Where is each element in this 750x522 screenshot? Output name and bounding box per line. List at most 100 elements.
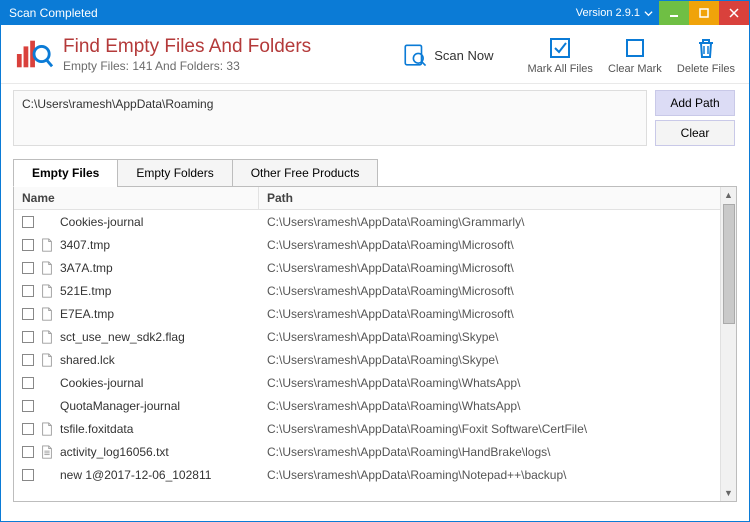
scroll-thumb[interactable] [723,204,735,324]
table-row[interactable]: Cookies-journal C:\Users\ramesh\AppData\R… [14,371,720,394]
blank-icon [40,376,54,390]
cell-name: activity_log16056.txt [14,445,259,459]
delete-files-button[interactable]: Delete Files [677,35,735,75]
vertical-scrollbar[interactable]: ▲ ▼ [720,187,736,501]
clear-path-button[interactable]: Clear [655,120,735,146]
file-name: activity_log16056.txt [60,445,169,459]
file-path: C:\Users\ramesh\AppData\Roaming\Skype\ [259,353,720,367]
file-path: C:\Users\ramesh\AppData\Roaming\WhatsApp… [259,376,720,390]
row-checkbox[interactable] [22,216,34,228]
table-row[interactable]: QuotaManager-journal C:\Users\ramesh\AppD… [14,394,720,417]
file-icon [40,330,54,344]
file-list: Name Path Cookies-journalC:\Users\ramesh… [13,186,737,502]
cell-name: 3A7A.tmp [14,261,259,275]
minimize-button[interactable] [659,1,689,25]
chevron-down-icon[interactable] [644,9,653,18]
table-row[interactable]: tsfile.foxitdataC:\Users\ramesh\AppData\… [14,417,720,440]
file-icon [40,422,54,436]
cell-name: sct_use_new_sdk2.flag [14,330,259,344]
cell-name: tsfile.foxitdata [14,422,259,436]
scan-summary: Empty Files: 141 And Folders: 33 [63,59,311,73]
text-file-icon [40,445,54,459]
tab-empty-files[interactable]: Empty Files [13,159,118,187]
tab-other-products[interactable]: Other Free Products [232,159,379,187]
file-name: sct_use_new_sdk2.flag [60,330,185,344]
file-path: C:\Users\ramesh\AppData\Roaming\Microsof… [259,307,720,321]
row-checkbox[interactable] [22,469,34,481]
table-row[interactable]: 3407.tmp C:\Users\ramesh\AppData\Roaming\… [14,233,720,256]
tab-empty-folders[interactable]: Empty Folders [117,159,232,187]
file-name: Cookies-journal [60,376,143,390]
file-path: C:\Users\ramesh\AppData\Roaming\Microsof… [259,261,720,275]
table-row[interactable]: sct_use_new_sdk2.flag C:\Users\ramesh\App… [14,325,720,348]
file-path: C:\Users\ramesh\AppData\Roaming\Microsof… [259,284,720,298]
row-checkbox[interactable] [22,239,34,251]
square-icon [622,35,648,61]
file-path: C:\Users\ramesh\AppData\Roaming\HandBrak… [259,445,720,459]
column-path[interactable]: Path [259,187,720,209]
file-path: C:\Users\ramesh\AppData\Roaming\WhatsApp… [259,399,720,413]
file-path: C:\Users\ramesh\AppData\Roaming\Skype\ [259,330,720,344]
scan-icon [402,42,428,68]
row-checkbox[interactable] [22,377,34,389]
tabs: Empty Files Empty Folders Other Free Pro… [1,150,749,186]
file-path: C:\Users\ramesh\AppData\Roaming\Notepad+… [259,468,720,482]
blank-icon [40,215,54,229]
titlebar: Scan Completed Version 2.9.1 [1,1,749,25]
cell-name: Cookies-journal [14,376,259,390]
row-checkbox[interactable] [22,446,34,458]
table-row[interactable]: E7EA.tmpC:\Users\ramesh\AppData\Roaming\… [14,302,720,325]
check-icon [547,35,573,61]
app-title: Find Empty Files And Folders [63,36,311,58]
window-title: Scan Completed [9,6,98,20]
trash-icon [693,35,719,61]
blank-icon [40,399,54,413]
column-name[interactable]: Name [14,187,259,209]
maximize-button[interactable] [689,1,719,25]
row-checkbox[interactable] [22,262,34,274]
row-checkbox[interactable] [22,308,34,320]
table-row[interactable]: 521E.tmpC:\Users\ramesh\AppData\Roaming\… [14,279,720,302]
file-name: QuotaManager-journal [60,399,180,413]
file-name: new 1@2017-12-06_102811 [60,468,211,482]
file-name: 3A7A.tmp [60,261,113,275]
scroll-up-icon[interactable]: ▲ [721,187,736,203]
cell-name: QuotaManager-journal [14,399,259,413]
header-ribbon: Find Empty Files And Folders Empty Files… [1,25,749,84]
file-icon [40,307,54,321]
file-icon [40,261,54,275]
cell-name: Cookies-journal [14,215,259,229]
add-path-button[interactable]: Add Path [655,90,735,116]
file-icon [40,284,54,298]
file-name: 3407.tmp [60,238,110,252]
row-checkbox[interactable] [22,423,34,435]
scroll-down-icon[interactable]: ▼ [721,485,736,501]
path-input[interactable]: C:\Users\ramesh\AppData\Roaming [13,90,647,146]
file-path: C:\Users\ramesh\AppData\Roaming\Microsof… [259,238,720,252]
table-row[interactable]: shared.lck C:\Users\ramesh\AppData\Roamin… [14,348,720,371]
app-logo-icon [15,35,53,73]
path-row: C:\Users\ramesh\AppData\Roaming Add Path… [1,84,749,150]
row-checkbox[interactable] [22,331,34,343]
window-controls [659,1,749,25]
file-icon [40,238,54,252]
blank-icon [40,468,54,482]
file-name: tsfile.foxitdata [60,422,133,436]
row-checkbox[interactable] [22,400,34,412]
file-name: shared.lck [60,353,115,367]
scan-now-button[interactable]: Scan Now [402,42,493,68]
table-row[interactable]: activity_log16056.txt C:\Users\ramesh\App… [14,440,720,463]
file-path: C:\Users\ramesh\AppData\Roaming\Grammarl… [259,215,720,229]
version-label: Version 2.9.1 [576,7,653,19]
table-row[interactable]: 3A7A.tmp C:\Users\ramesh\AppData\Roaming\… [14,256,720,279]
close-button[interactable] [719,1,749,25]
table-row[interactable]: new 1@2017-12-06_102811 C:\Users\ramesh\A… [14,463,720,486]
row-checkbox[interactable] [22,354,34,366]
table-row[interactable]: Cookies-journalC:\Users\ramesh\AppData\R… [14,210,720,233]
row-checkbox[interactable] [22,285,34,297]
file-icon [40,353,54,367]
cell-name: shared.lck [14,353,259,367]
clear-mark-button[interactable]: Clear Mark [607,35,663,75]
cell-name: 3407.tmp [14,238,259,252]
mark-all-files-button[interactable]: Mark All Files [528,35,593,75]
